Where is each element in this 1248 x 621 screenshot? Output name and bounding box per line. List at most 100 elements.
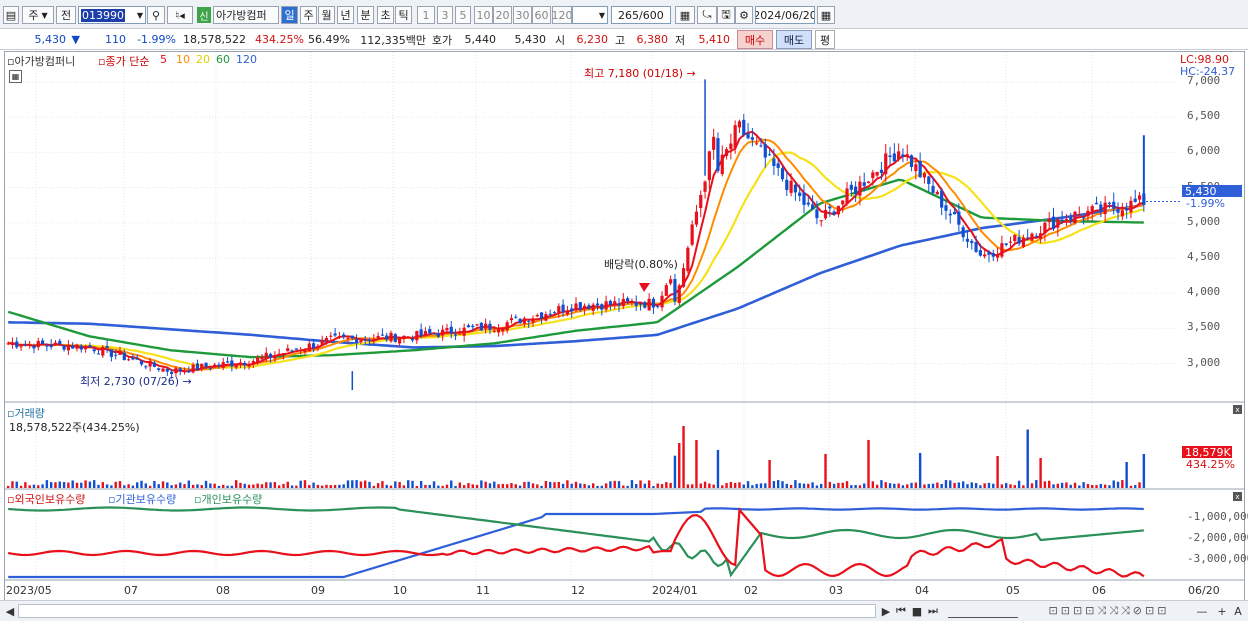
period-tab-6[interactable]: 틱 — [395, 6, 412, 24]
chevron-down-icon[interactable]: ▼ — [137, 11, 143, 20]
legend-ma-prefix: ▫종가 단순 — [98, 55, 150, 68]
legend-foreign[interactable]: ▫외국인보유수량 — [7, 491, 85, 507]
zoom-in-icon[interactable]: + — [1216, 604, 1228, 618]
interval-button-2[interactable]: 5 — [455, 6, 471, 24]
trade-amount: 112,335백만 — [360, 33, 426, 47]
interval-button-5[interactable]: 30 — [513, 6, 532, 24]
price-tick: 7,000 — [1187, 74, 1221, 87]
high-annotation: 최고 7,180 (01/18) → — [584, 67, 696, 80]
price-change-pct: -1.99% — [137, 33, 176, 46]
x-axis-label: 12 — [571, 584, 585, 597]
volume-ratio: 434.25% — [255, 33, 304, 46]
close-holdings-panel-icon[interactable]: x — [1233, 492, 1242, 501]
calculator-icon[interactable]: ▦ — [9, 70, 22, 83]
chevron-down-icon: ▼ — [41, 10, 48, 20]
price-tick: 4,500 — [1187, 250, 1221, 263]
interval-custom-dropdown[interactable]: ▼ — [572, 6, 608, 24]
holdings-tick: -3,000,000 — [1187, 552, 1248, 565]
chart-menu-icon[interactable]: ▤ — [3, 6, 19, 24]
cross-line-icon[interactable]: ⤿ — [697, 6, 717, 24]
x-axis-label: 11 — [476, 584, 490, 597]
legend-institution[interactable]: ▫기관보유수량 — [108, 491, 176, 507]
last-page-icon[interactable]: ⏭ — [926, 604, 940, 618]
holdings-tick: -2,000,000 — [1187, 531, 1248, 544]
period-tab-1[interactable]: 주 — [300, 6, 317, 24]
volume: 18,578,522 — [183, 33, 246, 46]
x-axis-label: 09 — [311, 584, 325, 597]
volume-value: 18,578,522주(434.25%) — [9, 421, 140, 434]
buy-button[interactable]: 매수 — [737, 30, 773, 49]
interval-button-6[interactable]: 60 — [532, 6, 551, 24]
horizontal-scrollbar[interactable] — [18, 604, 876, 618]
period-tab-0[interactable]: 일 — [281, 6, 298, 24]
legend-individual[interactable]: ▫개인보유수량 — [194, 491, 262, 507]
count-input[interactable]: 265/600 — [611, 6, 671, 24]
speaker-icon[interactable]: ♮◂ — [167, 6, 193, 24]
close-volume-panel-icon[interactable]: x — [1233, 405, 1242, 414]
tool-icons[interactable]: ⊡⊡⊡⊡⤨⤨⤨⊘⊡⊡ — [1024, 604, 1194, 618]
search-icon[interactable]: ⚲ — [147, 6, 165, 24]
x-axis-label: 02 — [744, 584, 758, 597]
x-axis-label: 07 — [124, 584, 138, 597]
sell-button[interactable]: 매도 — [776, 30, 812, 49]
open-price: 6,230 — [576, 33, 609, 46]
chart-area[interactable] — [4, 51, 1245, 601]
legend-ma20: 20 — [196, 53, 210, 66]
code-type-dropdown[interactable]: 주 ▼ — [22, 6, 54, 24]
stock-code-value: 013990 — [81, 8, 125, 22]
price-tick: 3,500 — [1187, 320, 1221, 334]
zoom-icon[interactable]: ▦ — [675, 6, 695, 24]
interval-button-7[interactable]: 120 — [552, 6, 572, 24]
price-tick: 6,500 — [1187, 109, 1221, 123]
interval-button-3[interactable]: 10 — [474, 6, 493, 24]
legend-ma60: 60 — [216, 53, 230, 66]
hoga-label: 호가 — [431, 33, 453, 47]
stock-name-field: 아가방컴퍼 — [213, 6, 279, 24]
current-price: 5,430 — [34, 33, 67, 46]
arrow-right-icon: → — [683, 67, 696, 80]
period-tab-3[interactable]: 년 — [337, 6, 354, 24]
date-input[interactable]: 2024/06/20 — [755, 6, 815, 24]
low-annotation: 최저 2,730 (07/26) → — [80, 375, 192, 388]
font-size-icon[interactable]: A — [1232, 604, 1244, 618]
interval-button-4[interactable]: 20 — [493, 6, 512, 24]
eval-button[interactable]: 평 — [815, 30, 835, 49]
stock-code-input[interactable]: 013990 ▼ — [78, 6, 146, 24]
price-tick: 5,000 — [1187, 214, 1221, 228]
scroll-right-icon[interactable]: ▶ — [880, 604, 892, 618]
prev-button[interactable]: 전 — [56, 6, 76, 24]
new-listing-badge: 신 — [197, 7, 211, 23]
x-axis-label: 10 — [393, 584, 407, 597]
down-arrow-icon: ▼ — [71, 33, 80, 46]
low-price: 5,410 — [698, 33, 731, 46]
holdings-tick: -1,000,000 — [1187, 510, 1248, 523]
period-tab-5[interactable]: 초 — [377, 6, 394, 24]
legend-stock-name[interactable]: ▫아가방컴퍼니 — [7, 53, 75, 69]
stop-icon[interactable]: ■ — [910, 604, 924, 618]
x-axis-label: 03 — [829, 584, 843, 597]
price-tick: 4,000 — [1187, 285, 1221, 299]
interval-button-1[interactable]: 3 — [437, 6, 453, 24]
first-page-icon[interactable]: ⏮ — [894, 604, 908, 618]
high-price: 6,380 — [636, 33, 669, 46]
hoga-bid: 5,430 — [514, 33, 547, 46]
hoga-ask: 5,440 — [464, 33, 497, 46]
x-axis-label: 08 — [216, 584, 230, 597]
gear-icon[interactable]: ⚙ — [735, 6, 753, 24]
scroll-left-icon[interactable]: ◀ — [4, 604, 16, 618]
x-axis-label: 2024/01 — [652, 584, 698, 597]
zoom-slider[interactable] — [948, 604, 1018, 618]
x-axis-label: 04 — [915, 584, 929, 597]
current-price-tag: 5,430 — [1182, 185, 1242, 197]
x-axis-right-label: 06/20 — [1188, 584, 1220, 597]
current-pct-tag: -1.99% — [1186, 197, 1225, 210]
save-icon[interactable]: 🖫 — [717, 6, 735, 24]
period-tab-4[interactable]: 분 — [357, 6, 374, 24]
legend-ma10: 10 — [176, 53, 190, 66]
count-total: /600 — [639, 8, 664, 22]
zoom-out-icon[interactable]: — — [1196, 604, 1208, 618]
interval-button-0[interactable]: 1 — [417, 6, 435, 24]
period-tab-2[interactable]: 월 — [318, 6, 335, 24]
chevron-down-icon: ▼ — [598, 10, 605, 20]
calendar-icon[interactable]: ▦ — [817, 6, 835, 24]
